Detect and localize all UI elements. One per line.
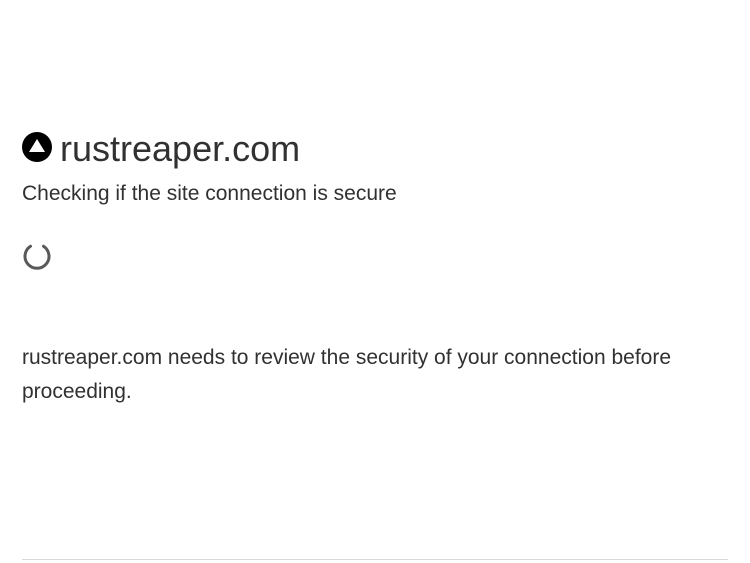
warning-triangle-icon: [22, 132, 52, 162]
site-header: rustreaper.com: [22, 126, 300, 172]
page-subtitle: Checking if the site connection is secur…: [22, 182, 397, 205]
page-title: rustreaper.com: [60, 128, 301, 169]
security-notice: rustreaper.com needs to review the secur…: [22, 346, 672, 403]
challenge-page: rustreaper.com Checking if the site conn…: [0, 0, 750, 563]
footer-divider: [22, 559, 728, 560]
loading-spinner-icon: [23, 244, 51, 270]
